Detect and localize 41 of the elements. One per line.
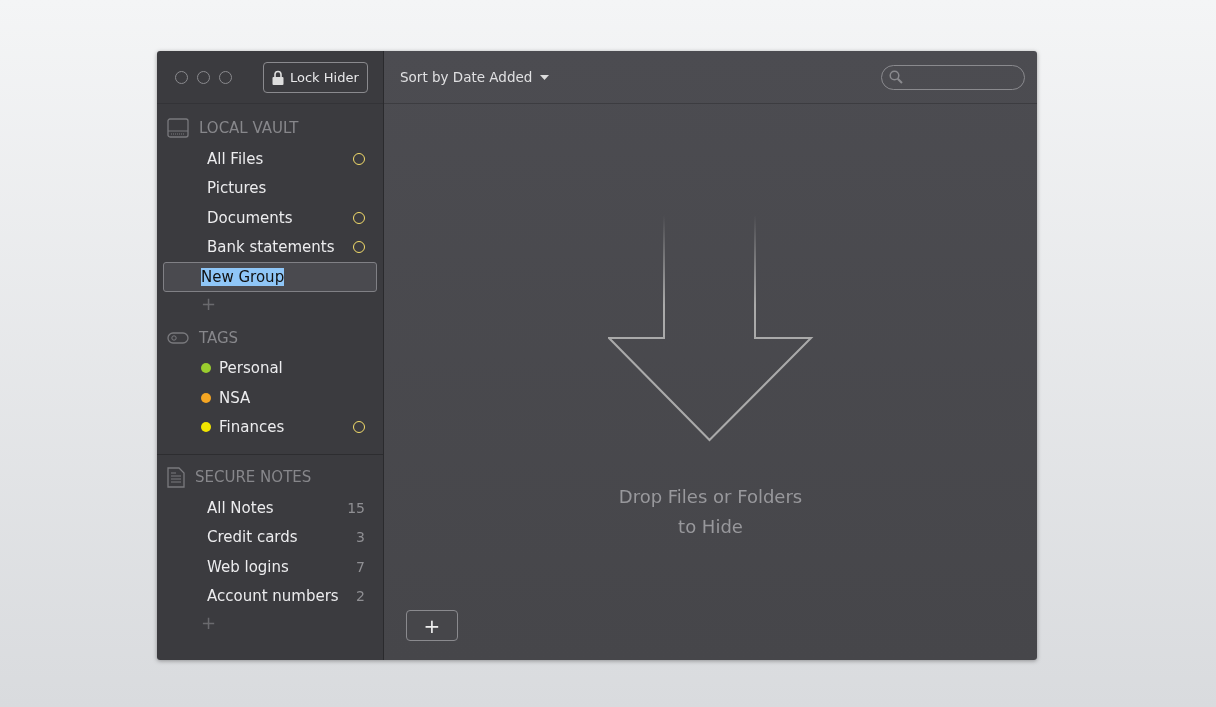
item-label: Bank statements (207, 238, 336, 257)
search-icon (889, 70, 903, 84)
tag-item[interactable]: Personal (163, 353, 377, 383)
lock-button[interactable]: Lock Hider (263, 61, 368, 93)
item-label: All Notes (207, 498, 275, 517)
section-title: SECURE NOTES (195, 468, 312, 486)
notes-item[interactable]: All Notes 15 (163, 493, 377, 523)
tag-item[interactable]: NSA (163, 383, 377, 413)
item-label: Finances (219, 418, 286, 437)
vault-item[interactable]: New Group (163, 262, 377, 292)
item-count: 3 (356, 529, 365, 546)
item-label: NSA (219, 388, 252, 407)
item-label: Web logins (207, 557, 290, 576)
section-title: LOCAL VAULT (199, 119, 299, 137)
notes-item[interactable]: Credit cards 3 (163, 522, 377, 552)
item-count: 15 (347, 499, 365, 516)
item-count: 7 (356, 558, 365, 575)
item-label: All Files (207, 149, 265, 168)
item-label: New Group (201, 267, 285, 286)
vault-item[interactable]: All Files (163, 144, 377, 174)
vault-item[interactable]: Bank statements (163, 232, 377, 262)
item-label: Documents (207, 208, 294, 227)
item-label: Credit cards (207, 528, 299, 547)
tag-icon (167, 331, 189, 344)
item-label: Personal (219, 359, 284, 378)
notes-item[interactable]: Web logins 7 (163, 552, 377, 582)
caret-icon (540, 74, 550, 80)
vault-item[interactable]: Pictures (163, 173, 377, 203)
item-label: Pictures (207, 179, 268, 198)
item-label: Account numbers (207, 587, 340, 606)
add-button[interactable]: + (406, 610, 458, 641)
tag-item[interactable]: Finances (163, 412, 377, 442)
drop-hint: Drop Files or Folders to Hide (618, 485, 803, 539)
document-icon (167, 466, 185, 488)
padlock-icon (272, 69, 284, 85)
vault-item[interactable]: Documents (163, 203, 377, 233)
notes-item[interactable]: Account numbers 2 (163, 581, 377, 611)
hard-drive-icon (167, 118, 189, 138)
sort-dropdown[interactable]: Sort by Date Added (400, 69, 550, 85)
item-count: 2 (356, 588, 365, 605)
section-title: TAGS (199, 328, 239, 347)
